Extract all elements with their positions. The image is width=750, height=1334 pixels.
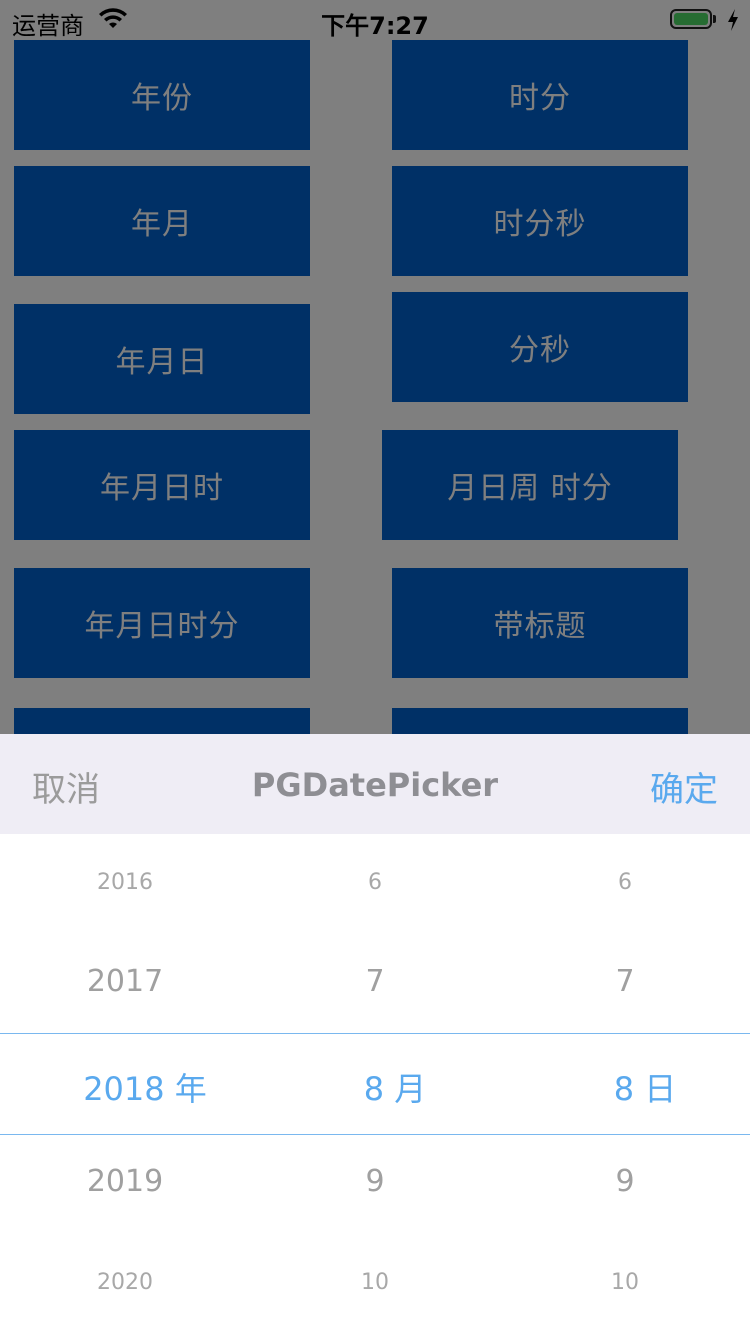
day-option[interactable]: 7 <box>500 964 750 999</box>
day-option[interactable]: 6 <box>500 870 750 895</box>
screen: 运营商 下午7:27 年份 时分 年月 时分秒 年月日 分秒 年月日时 月日周 … <box>0 0 750 1334</box>
day-selected[interactable]: 8 日 <box>520 1064 750 1110</box>
month-wheel[interactable]: 6 7 8 月 9 10 <box>250 834 500 1334</box>
picker-title: PGDatePicker <box>251 766 499 804</box>
day-option[interactable]: 9 <box>500 1164 750 1199</box>
year-wheel[interactable]: 2016 2017 2018 年 2019 2020 <box>0 834 250 1334</box>
year-option[interactable]: 2016 <box>0 870 250 895</box>
confirm-button[interactable]: 确定 <box>650 762 718 811</box>
year-option[interactable]: 2019 <box>0 1164 250 1199</box>
day-option[interactable]: 10 <box>500 1270 750 1295</box>
month-option[interactable]: 10 <box>250 1270 500 1295</box>
month-selected[interactable]: 8 月 <box>270 1064 520 1110</box>
month-option[interactable]: 6 <box>250 870 500 895</box>
date-picker-sheet: 取消 PGDatePicker 确定 2016 2017 2018 年 2019… <box>0 734 750 1334</box>
month-option[interactable]: 7 <box>250 964 500 999</box>
month-option[interactable]: 9 <box>250 1164 500 1199</box>
year-option[interactable]: 2017 <box>0 964 250 999</box>
year-selected[interactable]: 2018 年 <box>20 1064 270 1110</box>
day-wheel[interactable]: 6 7 8 日 9 10 <box>500 834 750 1334</box>
year-option[interactable]: 2020 <box>0 1270 250 1295</box>
picker-toolbar: 取消 PGDatePicker 确定 <box>0 734 750 834</box>
